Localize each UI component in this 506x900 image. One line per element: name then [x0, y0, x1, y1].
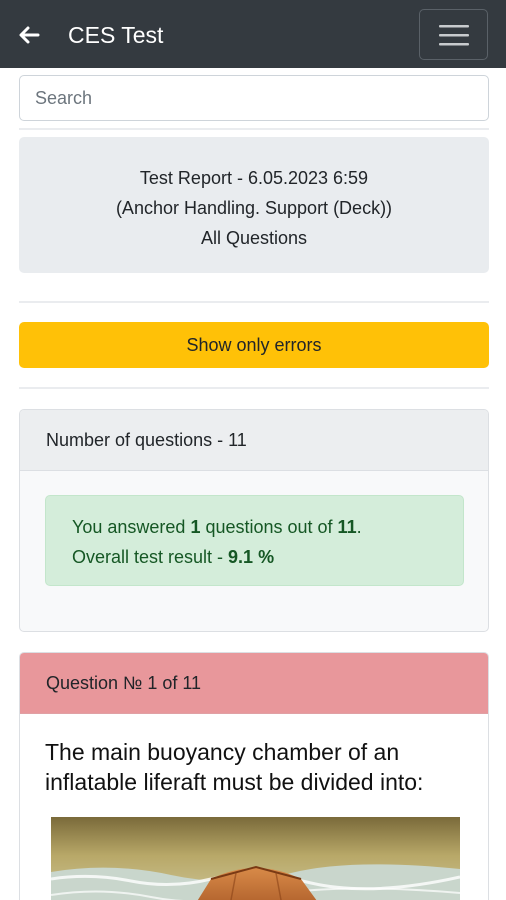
answered-count: 1 [190, 517, 201, 537]
test-report-box: Test Report - 6.05.2023 6:59 (Anchor Han… [19, 137, 489, 273]
hamburger-icon [438, 24, 469, 45]
top-navbar: CES Test [0, 0, 506, 68]
answered-mid: questions out of [200, 517, 338, 537]
result-line: Overall test result - 9.1 % [72, 542, 463, 572]
question-card: Question № 1 of 11 The main buoyancy cha… [19, 652, 489, 900]
report-title: Test Report - 6.05.2023 6:59 [139, 168, 369, 188]
report-category: (Anchor Handling. Support (Deck)) [115, 198, 393, 218]
liferaft-image [51, 817, 460, 900]
divider [19, 387, 489, 389]
questions-count-header: Number of questions - 11 [20, 410, 488, 471]
answered-line: You answered 1 questions out of 11. [72, 512, 463, 542]
app-title: CES Test [68, 22, 164, 48]
divider [19, 301, 489, 303]
result-alert: You answered 1 questions out of 11. Over… [45, 495, 464, 586]
total-count: 11 [337, 517, 357, 537]
answered-prefix: You answered [72, 517, 191, 537]
answered-suffix: . [356, 517, 362, 537]
show-only-errors-button[interactable]: Show only errors [19, 322, 489, 368]
question-text: The main buoyancy chamber of an inflatab… [45, 739, 424, 795]
search-input[interactable] [19, 75, 489, 121]
divider [19, 128, 489, 130]
result-prefix: Overall test result - [72, 547, 229, 567]
question-header: Question № 1 of 11 [20, 653, 488, 714]
hamburger-menu-button[interactable] [419, 9, 488, 60]
summary-card: Number of questions - 11 You answered 1 … [19, 409, 489, 632]
result-value: 9.1 % [228, 547, 275, 567]
back-arrow-icon[interactable] [12, 18, 46, 52]
report-scope: All Questions [200, 228, 308, 248]
